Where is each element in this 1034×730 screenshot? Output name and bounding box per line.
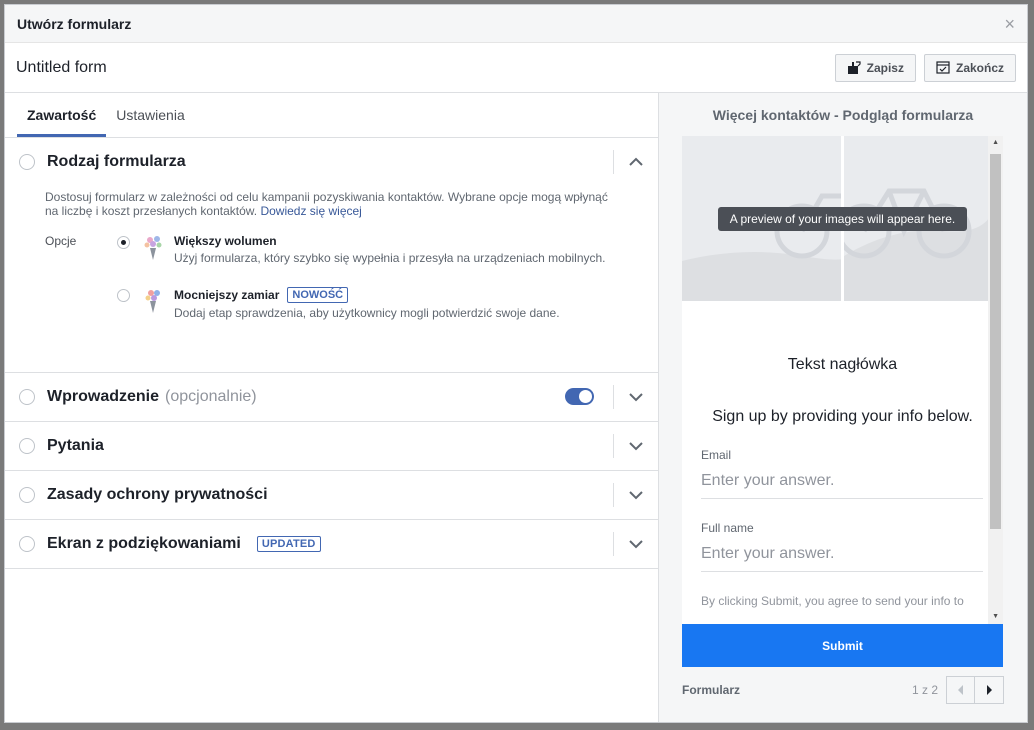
section-privacy-header[interactable]: Zasady ochrony prywatności — [5, 471, 658, 519]
finish-icon — [936, 61, 950, 74]
preview-field-email: Email Enter your answer. — [701, 448, 983, 499]
flower-bouquet-icon — [144, 236, 162, 260]
dialog-header: Utwórz formularz × — [5, 5, 1027, 43]
editor-tabs: Zawartość Ustawienia — [5, 93, 658, 138]
form-type-options: Opcje Większy wolumen Użyj formularza, k… — [5, 218, 658, 358]
form-name-input[interactable] — [16, 58, 827, 77]
optional-label: (opcjonalnie) — [165, 388, 257, 405]
divider — [613, 434, 614, 458]
section-privacy: Zasady ochrony prywatności — [5, 471, 658, 520]
chevron-down-icon[interactable] — [627, 486, 645, 504]
option-text: Większy wolumen Użyj formularza, który s… — [174, 234, 606, 265]
section-thank-you-header[interactable]: Ekran z podziękowaniami UPDATED — [5, 520, 658, 568]
option-radio[interactable] — [117, 236, 130, 249]
section-status-radio — [19, 389, 35, 405]
section-form-type: Rodzaj formularza Dostosuj formularz w z… — [5, 138, 658, 373]
chevron-down-icon[interactable] — [627, 535, 645, 553]
divider — [613, 385, 614, 409]
divider — [613, 483, 614, 507]
options-label: Opcje — [45, 234, 77, 248]
field-input[interactable]: Enter your answer. — [701, 462, 983, 499]
option-higher-intent[interactable]: Mocniejszy zamiar NOWOŚĆ Dodaj etap spra… — [117, 287, 560, 320]
preview-scrollbar[interactable]: ▲ ▼ — [988, 136, 1003, 624]
section-status-radio — [19, 487, 35, 503]
save-icon — [847, 60, 861, 74]
option-description: Użyj formularza, który szybko się wypełn… — [174, 251, 606, 265]
tab-settings[interactable]: Ustawienia — [106, 93, 194, 137]
next-page-button[interactable] — [975, 676, 1004, 704]
section-questions: Pytania — [5, 422, 658, 471]
option-description: Dodaj etap sprawdzenia, aby użytkownicy … — [174, 306, 560, 320]
field-label: Full name — [701, 521, 754, 535]
form-preview: A preview of your images will appear her… — [682, 136, 1003, 624]
updated-badge: UPDATED — [256, 536, 321, 552]
section-title: Rodzaj formularza — [47, 153, 186, 170]
finish-button[interactable]: Zakończ — [923, 53, 1016, 82]
chevron-right-icon — [987, 685, 992, 695]
section-status-radio — [19, 536, 35, 552]
prev-page-button[interactable] — [946, 676, 975, 704]
preview-intro-text: Sign up by providing your info below. — [712, 408, 973, 425]
flower-bouquet-icon — [145, 290, 160, 313]
save-button[interactable]: Zapisz — [834, 53, 916, 82]
option-title-text: Mocniejszy zamiar — [174, 288, 280, 302]
consent-text: By clicking Submit, you agree to send yo… — [701, 594, 964, 608]
footer-label: Formularz — [682, 683, 741, 697]
preview-footer: Formularz 1 z 2 — [682, 676, 1004, 704]
chevron-down-icon[interactable] — [627, 388, 645, 406]
field-input[interactable]: Enter your answer. — [701, 535, 983, 572]
submit-button[interactable]: Submit — [682, 624, 1003, 667]
form-type-description: Dostosuj formularz w zależności od celu … — [45, 190, 615, 218]
learn-more-link[interactable]: Dowiedz się więcej — [260, 204, 361, 218]
save-button-label: Zapisz — [866, 60, 904, 75]
finish-button-label: Zakończ — [955, 60, 1004, 75]
divider — [613, 150, 614, 174]
section-title: Pytania — [47, 437, 104, 454]
preview-field-full-name: Full name Enter your answer. — [701, 521, 983, 572]
section-status-radio — [19, 438, 35, 454]
scroll-up-icon[interactable]: ▲ — [992, 139, 999, 146]
chevron-left-icon — [957, 685, 963, 695]
form-name-row: Zapisz Zakończ — [5, 43, 1027, 93]
divider — [613, 532, 614, 556]
scrollbar-thumb[interactable] — [990, 154, 1001, 529]
option-more-volume[interactable]: Większy wolumen Użyj formularza, który s… — [117, 234, 606, 265]
close-icon[interactable]: × — [1004, 15, 1015, 33]
tab-content[interactable]: Zawartość — [17, 93, 107, 137]
chevron-down-icon[interactable] — [627, 437, 645, 455]
section-title: Wprowadzenie — [47, 388, 160, 405]
section-intro: Wprowadzenie (opcjonalnie) — [5, 373, 658, 422]
section-thank-you: Ekran z podziękowaniami UPDATED — [5, 520, 658, 569]
chevron-up-icon[interactable] — [627, 153, 645, 171]
section-questions-header[interactable]: Pytania — [5, 422, 658, 470]
option-title-text: Większy wolumen — [174, 234, 277, 248]
option-title: Większy wolumen — [174, 234, 606, 248]
create-form-dialog: Utwórz formularz × Zapisz Zakończ Zawart… — [4, 4, 1028, 723]
section-form-type-header[interactable]: Rodzaj formularza — [5, 138, 658, 186]
preview-headline: Tekst nagłówka — [787, 356, 898, 373]
image-preview-tooltip: A preview of your images will appear her… — [718, 207, 967, 231]
option-radio[interactable] — [117, 289, 130, 302]
scroll-down-icon[interactable]: ▼ — [992, 613, 999, 620]
field-label: Email — [701, 448, 732, 462]
preview-panel: Więcej kontaktów - Podgląd formularza A … — [659, 93, 1027, 722]
preview-title: Więcej kontaktów - Podgląd formularza — [712, 107, 974, 123]
dialog-body: Zawartość Ustawienia Rodzaj formularza D… — [5, 93, 1027, 722]
dialog-title: Utwórz formularz — [17, 15, 132, 32]
section-title: Zasady ochrony prywatności — [47, 486, 268, 503]
new-badge: NOWOŚĆ — [287, 287, 349, 303]
intro-toggle[interactable] — [565, 388, 594, 405]
option-title: Mocniejszy zamiar NOWOŚĆ — [174, 287, 560, 303]
editor-panel: Zawartość Ustawienia Rodzaj formularza D… — [5, 93, 659, 722]
section-status-radio — [19, 154, 35, 170]
option-text: Mocniejszy zamiar NOWOŚĆ Dodaj etap spra… — [174, 287, 560, 320]
page-indicator: 1 z 2 — [911, 683, 938, 697]
section-title: Ekran z podziękowaniami — [47, 535, 241, 552]
section-intro-header[interactable]: Wprowadzenie (opcjonalnie) — [5, 373, 658, 421]
